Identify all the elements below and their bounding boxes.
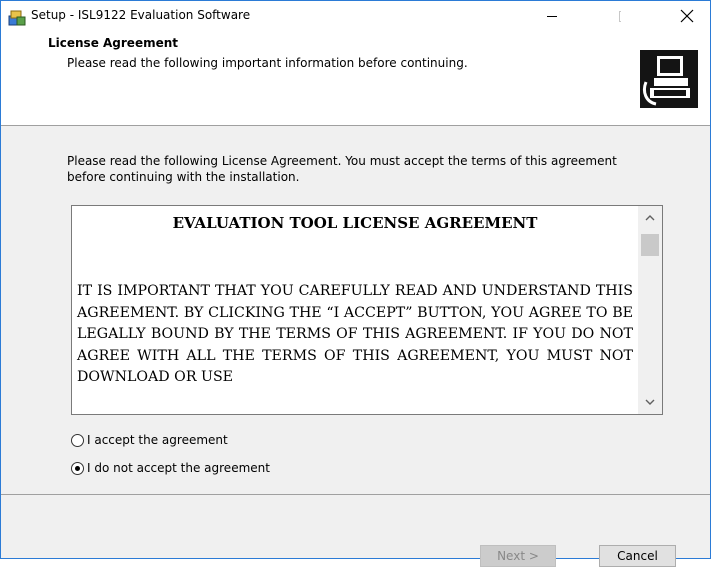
window-title: Setup - ISL9122 Evaluation Software (31, 8, 251, 22)
page-title: License Agreement (48, 36, 179, 50)
license-body: IT IS IMPORTANT THAT YOU CAREFULLY READ … (77, 283, 633, 385)
accept-radio-label[interactable]: I accept the agreement (87, 433, 228, 447)
title-bar[interactable]: Setup - ISL9122 Evaluation Software (1, 1, 710, 31)
scroll-down-button[interactable] (638, 392, 662, 414)
close-icon (680, 9, 694, 23)
intro-text: Please read the following License Agreem… (67, 154, 617, 184)
next-button[interactable]: Next > (480, 545, 556, 567)
maximize-button (575, 1, 630, 31)
scroll-thumb[interactable] (641, 234, 659, 256)
chevron-up-icon (645, 215, 655, 221)
decline-radio-label[interactable]: I do not accept the agreement (87, 461, 270, 475)
close-button[interactable] (664, 1, 710, 31)
page-subtitle: Please read the following important info… (67, 56, 468, 70)
cancel-button[interactable]: Cancel (599, 545, 676, 567)
radio-selected-dot (75, 466, 80, 471)
decline-radio[interactable] (71, 462, 84, 475)
license-scrollbar[interactable] (638, 206, 662, 414)
license-heading: EVALUATION TOOL LICENSE AGREEMENT (172, 214, 538, 232)
footer-divider (1, 494, 710, 495)
license-textbox[interactable]: EVALUATION TOOL LICENSE AGREEMENT IT IS … (71, 205, 663, 415)
setup-window: Setup - ISL9122 Evaluation Software Lice… (0, 0, 711, 567)
chevron-down-icon (645, 399, 655, 405)
maximize-icon (619, 11, 630, 22)
minimize-button[interactable] (529, 1, 575, 31)
accept-radio[interactable] (71, 434, 84, 447)
scroll-up-button[interactable] (638, 206, 662, 228)
license-text-area[interactable]: EVALUATION TOOL LICENSE AGREEMENT IT IS … (72, 206, 638, 414)
computer-install-icon (640, 50, 698, 108)
minimize-icon (547, 16, 557, 17)
installer-icon (8, 10, 26, 26)
